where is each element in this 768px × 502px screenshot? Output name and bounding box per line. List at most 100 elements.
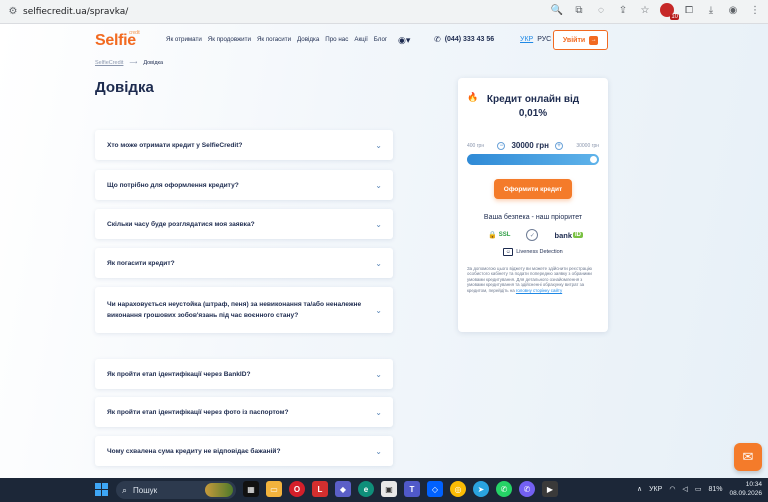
faq-item[interactable]: Чи нараховується неустойка (штраф, пеня)… bbox=[95, 287, 393, 333]
lang-rus[interactable]: РУС bbox=[537, 36, 551, 43]
amount-slider[interactable] bbox=[467, 154, 599, 165]
volume-icon[interactable]: ◁ bbox=[682, 485, 687, 493]
nav-promotions[interactable]: Акції bbox=[354, 36, 367, 43]
edge-icon[interactable]: e bbox=[358, 481, 374, 497]
profile-icon[interactable]: ◉ bbox=[726, 3, 740, 17]
nav-how-to-repay[interactable]: Як погасити bbox=[257, 36, 291, 43]
faq-item[interactable]: Скільки часу буде розглядатися моя заявк… bbox=[95, 209, 393, 239]
extensions-puzzle-icon[interactable]: ⧠ bbox=[682, 3, 696, 17]
chevron-down-icon: ⌄ bbox=[375, 407, 382, 417]
address-bar[interactable]: selfiecredit.ua/spravka/ bbox=[23, 7, 128, 17]
phone-link[interactable]: ✆ (044) 333 43 56 bbox=[434, 35, 494, 44]
faq-item[interactable]: Чому схвалена сума кредиту не відповідає… bbox=[95, 436, 393, 466]
zoom-icon[interactable]: 🔍 bbox=[550, 3, 564, 17]
minus-icon[interactable]: − bbox=[497, 141, 506, 150]
breadcrumb-current: Довідка bbox=[143, 60, 164, 66]
extension-icon[interactable]: 10 bbox=[660, 3, 679, 20]
amount-max: 30000 грн bbox=[576, 142, 599, 149]
faq-item[interactable]: Як пройти етап ідентифікації через фото … bbox=[95, 397, 393, 427]
lastpass-icon[interactable]: L bbox=[312, 481, 328, 497]
nav-how-to-extend[interactable]: Як продовжити bbox=[208, 36, 251, 43]
faq-item[interactable]: Хто може отримати кредит у SelfieCredit?… bbox=[95, 130, 393, 160]
clock[interactable]: 10:34 08.09.2026 bbox=[729, 480, 762, 498]
chevron-down-icon: ⌄ bbox=[375, 219, 382, 229]
whatsapp-icon[interactable]: ✆ bbox=[496, 481, 512, 497]
apply-loan-button[interactable]: Оформити кредит bbox=[494, 179, 572, 199]
bankid-logo: bank ID bbox=[554, 231, 583, 240]
lang-ukr[interactable]: УКР bbox=[520, 36, 533, 43]
wifi-icon[interactable]: ◠ bbox=[669, 485, 675, 493]
breadcrumb: SelfieCredit ⟶ Довідка bbox=[95, 60, 163, 66]
amount-value[interactable]: 30000 грн bbox=[511, 141, 549, 150]
faq-item[interactable]: Що потрібно для оформлення кредиту? ⌄ bbox=[95, 170, 393, 200]
share-icon[interactable]: ⇪ bbox=[616, 3, 630, 17]
breadcrumb-home[interactable]: SelfieCredit bbox=[95, 60, 123, 66]
battery-icon[interactable]: ▭ bbox=[695, 485, 702, 493]
face-scan-icon: ☺ bbox=[503, 248, 514, 256]
taskbar-search[interactable]: ⌕ Пошук bbox=[116, 481, 236, 499]
calculator-title: Кредит онлайн від 0,01% bbox=[453, 93, 613, 121]
telegram-icon[interactable]: ➤ bbox=[473, 481, 489, 497]
logo-tag: credit bbox=[129, 30, 140, 36]
chevron-down-icon: ⌄ bbox=[375, 258, 382, 268]
main-page-link[interactable]: головну сторінку сайту bbox=[516, 288, 562, 293]
faq-question: Хто може отримати кредит у SelfieCredit? bbox=[107, 141, 243, 149]
login-label: Увійти bbox=[562, 36, 586, 44]
nav-help[interactable]: Довідка bbox=[297, 36, 319, 43]
photos-icon[interactable]: ▣ bbox=[381, 481, 397, 497]
os-taskbar: ⌕ Пошук ▦ ▭ O L ◆ e ▣ T ◇ ◎ ➤ ✆ ✆ ▶ ∧ УК… bbox=[0, 478, 768, 502]
downloads-icon[interactable]: ⤓ bbox=[704, 3, 718, 17]
search-placeholder: Пошук bbox=[133, 485, 158, 495]
nav-how-to-get[interactable]: Як отримати bbox=[166, 36, 202, 43]
teams-icon[interactable]: T bbox=[404, 481, 420, 497]
site-header: Selfie credit Як отримати Як продовжити … bbox=[0, 24, 768, 60]
phone-number: (044) 333 43 56 bbox=[444, 36, 495, 43]
tray-language[interactable]: УКР bbox=[649, 486, 662, 493]
hide-eye-icon[interactable]: ◌ bbox=[594, 3, 608, 17]
media-player-icon[interactable]: ▶ bbox=[542, 481, 558, 497]
faq-item[interactable]: Як пройти етап ідентифікації через BankI… bbox=[95, 359, 393, 389]
site-logo[interactable]: Selfie credit bbox=[95, 30, 140, 50]
extension-badge: 10 bbox=[670, 14, 679, 20]
clock-date: 08.09.2026 bbox=[729, 490, 762, 497]
chat-icon: ✉ bbox=[742, 449, 754, 464]
search-icon: ⌕ bbox=[122, 484, 128, 495]
bookmark-star-icon[interactable]: ☆ bbox=[638, 3, 652, 17]
tray-chevron-up-icon[interactable]: ∧ bbox=[637, 485, 642, 493]
slider-thumb[interactable] bbox=[590, 156, 597, 163]
faq-question: Як погасити кредит? bbox=[107, 259, 175, 267]
chat-button[interactable]: ✉ bbox=[734, 443, 762, 471]
faq-question: Що потрібно для оформлення кредиту? bbox=[107, 181, 239, 189]
plus-icon[interactable]: + bbox=[554, 141, 563, 150]
nav-blog[interactable]: Блог bbox=[374, 36, 387, 43]
faq-item[interactable]: Як погасити кредит? ⌄ bbox=[95, 248, 393, 278]
ms-store-icon[interactable]: ◆ bbox=[335, 481, 351, 497]
faq-question: Скільки часу буде розглядатися моя заявк… bbox=[107, 220, 255, 228]
site-info-icon[interactable]: ⚙ bbox=[6, 5, 20, 19]
install-app-icon[interactable]: ⧉ bbox=[572, 3, 586, 17]
amount-stepper: − 30000 грн + bbox=[497, 141, 563, 150]
dropbox-icon[interactable]: ◇ bbox=[427, 481, 443, 497]
system-tray: ∧ УКР ◠ ◁ ▭ 81% 10:34 08.09.2026 bbox=[637, 480, 762, 498]
menu-kebab-icon[interactable]: ⋮ bbox=[748, 3, 762, 17]
search-highlight-image bbox=[205, 483, 233, 497]
liveness-label: Liveness Detection bbox=[516, 249, 563, 255]
login-button[interactable]: Увійти → bbox=[553, 30, 608, 50]
chevron-down-icon: ⌄ bbox=[375, 180, 382, 190]
viber-icon[interactable]: ✆ bbox=[519, 481, 535, 497]
chevron-down-icon: ⌄ bbox=[375, 369, 382, 379]
page-title: Довідка bbox=[95, 79, 154, 96]
amount-row: 400 грн − 30000 грн + 30000 грн bbox=[467, 141, 599, 150]
file-explorer-icon[interactable]: ▭ bbox=[266, 481, 282, 497]
windows-start-icon[interactable] bbox=[95, 483, 108, 496]
chrome-icon[interactable]: ◎ bbox=[450, 481, 466, 497]
liveness-detection: ☺ Liveness Detection bbox=[458, 248, 608, 256]
faq-question: Як пройти етап ідентифікації через фото … bbox=[107, 408, 289, 416]
accessibility-eye-icon[interactable]: ◉▾ bbox=[398, 35, 412, 45]
opera-icon[interactable]: O bbox=[289, 481, 305, 497]
task-view-icon[interactable]: ▦ bbox=[243, 481, 259, 497]
bankid-text: bank bbox=[554, 230, 572, 240]
amount-min: 400 грн bbox=[467, 142, 485, 149]
ssl-badge: 🔒 SSL bbox=[488, 231, 510, 239]
nav-about[interactable]: Про нас bbox=[325, 36, 348, 43]
